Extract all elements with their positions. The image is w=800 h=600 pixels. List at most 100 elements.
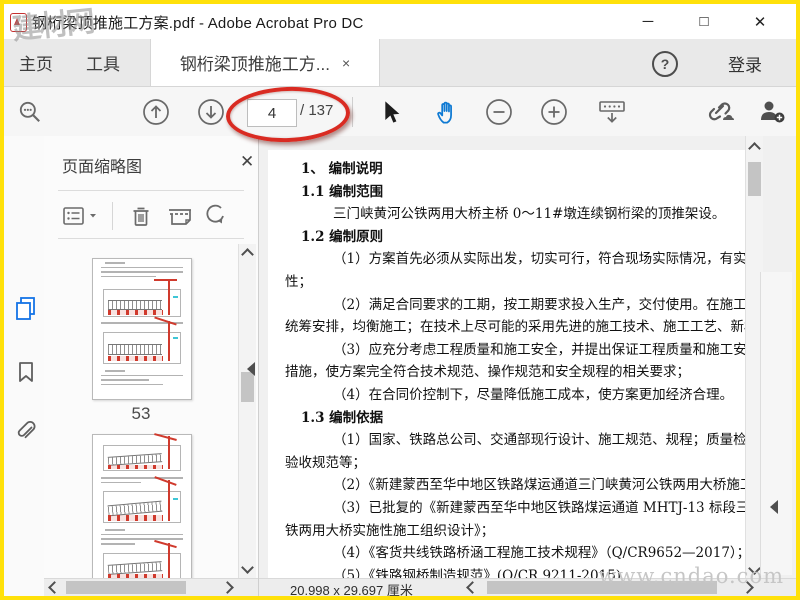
pdf-page[interactable]: 1、 编制说明 1.1 编制范围 三门峡黄河公铁两用大桥主桥 0～11#墩连续钢…: [268, 150, 746, 584]
scrollbar-thumb[interactable]: [241, 372, 254, 402]
panel-toolbar-separator: [112, 202, 113, 230]
thumb-text-line: [101, 542, 135, 545]
find-button[interactable]: [12, 87, 48, 136]
doc-line: 三门峡黄河公铁两用大桥主桥 0～11#墩连续钢桁梁的顶推架设。: [333, 206, 726, 223]
attachments-rail-button[interactable]: [12, 418, 40, 446]
thumb-text-line: [101, 266, 183, 269]
delete-pages-button[interactable]: [129, 198, 153, 234]
scroll-up-icon[interactable]: [239, 246, 256, 263]
previous-page-button[interactable]: [138, 87, 174, 136]
scrollbar-thumb[interactable]: [66, 581, 186, 594]
acrobat-logo-icon: [10, 13, 27, 32]
title-bar: 钢桁梁顶推施工方案.pdf - Adobe Acrobat Pro DC ─ □…: [4, 4, 796, 39]
hand-tool-icon: [437, 101, 452, 124]
scroll-up-icon[interactable]: [746, 140, 763, 157]
zoom-in-button[interactable]: [536, 87, 572, 136]
page-display-icon: [599, 100, 625, 123]
share-link-icon: [708, 101, 734, 120]
pdf-page-text: 1、 编制说明 1.1 编制范围 三门峡黄河公铁两用大桥主桥 0～11#墩连续钢…: [285, 158, 746, 584]
zoom-out-icon: [486, 98, 512, 125]
add-person-icon: [761, 101, 785, 122]
select-tool-icon: [385, 100, 400, 123]
crop-pages-button[interactable]: [166, 198, 194, 234]
doc-line: 1.1 编制范围: [301, 183, 384, 200]
bookmarks-rail-button[interactable]: [12, 358, 40, 386]
thumb-text-line: [101, 538, 183, 540]
page-display-button[interactable]: [592, 87, 632, 136]
doc-line: （2）《新建蒙西至华中地区铁路煤运通道三门峡黄河公铁两用大桥施工图》；: [333, 477, 746, 494]
add-person-button[interactable]: [752, 87, 792, 136]
doc-line: 1.3 编制依据: [301, 409, 384, 426]
thumb-text-line: [101, 477, 183, 479]
scroll-down-icon[interactable]: [239, 559, 256, 576]
thumb-text-line: [101, 383, 163, 386]
scrollbar-thumb[interactable]: [748, 162, 761, 196]
panel-vertical-scrollbar[interactable]: [238, 244, 256, 578]
thumbnail-list: 53: [44, 244, 238, 578]
maximize-button[interactable]: □: [676, 4, 732, 39]
thumb-text-line: [105, 529, 125, 531]
thumbnail-label: 53: [131, 404, 151, 423]
doc-line: 1.2 编制原则: [301, 228, 384, 245]
doc-line: （3）应充分考虑工程质量和施工安全，并提出保证工程质量和施工安全的技术: [333, 341, 746, 358]
panel-horizontal-scrollbar[interactable]: [44, 578, 258, 596]
doc-line: 1、 编制说明: [301, 161, 383, 177]
window-title: 钢桁梁顶推施工方案.pdf - Adobe Acrobat Pro DC: [32, 15, 364, 32]
scroll-left-icon[interactable]: [46, 579, 63, 596]
thumbnail-page-54[interactable]: [92, 433, 192, 578]
page-thumbnails-rail-button[interactable]: [12, 294, 40, 322]
share-link-button[interactable]: [699, 87, 739, 136]
next-page-button[interactable]: [193, 87, 229, 136]
panel-document-divider[interactable]: [258, 136, 259, 596]
crop-pages-icon: [169, 209, 191, 225]
bookmarks-icon: [19, 362, 33, 382]
panel-divider: [58, 190, 244, 191]
sign-in-button[interactable]: 登录: [728, 51, 762, 76]
find-icon: [19, 101, 40, 122]
doc-line: 性；: [285, 273, 312, 290]
hand-tool-button[interactable]: [428, 87, 464, 136]
expand-tools-pane-icon[interactable]: [770, 500, 778, 514]
rotate-pages-button[interactable]: [206, 198, 228, 234]
zoom-out-button[interactable]: [481, 87, 517, 136]
tab-document-label: 钢桁梁顶推施工方...: [179, 55, 330, 74]
thumb-diagram: [103, 475, 181, 524]
doc-line: （4）在合同价控制下，尽量降低施工成本，使方案更加经济合理。: [333, 386, 734, 403]
thumbnail-page-53[interactable]: [92, 258, 192, 400]
panel-options-button[interactable]: [62, 198, 98, 234]
navigation-rail: [4, 136, 45, 596]
scroll-right-icon[interactable]: [219, 579, 236, 596]
tools-pane-collapsed: [760, 272, 792, 575]
tab-close-icon[interactable]: ×: [342, 55, 350, 71]
tab-home[interactable]: 主页: [6, 39, 66, 86]
toolbar-separator: [352, 97, 353, 127]
doc-line: 统筹安排，均衡施工；在技术上尽可能的采用先进的施工技术、施工工艺、新材料；: [285, 319, 746, 336]
thumb-text-line: [101, 481, 141, 484]
tab-bar: 主页 工具 钢桁梁顶推施工方... × ? 登录: [4, 39, 796, 87]
delete-pages-icon: [133, 207, 149, 226]
thumb-text-line: [105, 369, 125, 372]
panel-close-icon[interactable]: ✕: [240, 152, 254, 172]
doc-line: （2）满足合同要求的工期，按工期要求投入生产，交付使用。在施工组织上要: [333, 296, 746, 313]
page-number-input[interactable]: [247, 99, 297, 127]
doc-line: （3）已批复的《新建蒙西至华中地区铁路煤运通道 MHTJ-13 标段三门峡黄河公: [333, 499, 746, 516]
document-area: 1、 编制说明 1.1 编制范围 三门峡黄河公铁两用大桥主桥 0～11#墩连续钢…: [259, 136, 796, 598]
collapse-panel-icon[interactable]: [247, 362, 255, 376]
close-button[interactable]: ✕: [732, 4, 788, 39]
minimize-button[interactable]: ─: [620, 4, 676, 39]
document-horizontal-scrollbar[interactable]: 20.998 x 29.697 厘米: [259, 578, 796, 598]
tab-document[interactable]: 钢桁梁顶推施工方... ×: [150, 39, 380, 86]
scrollbar-thumb[interactable]: [487, 581, 717, 594]
page-thumbnails-icon: [16, 297, 35, 320]
help-icon[interactable]: ?: [652, 51, 678, 77]
thumb-text-line: [101, 374, 183, 377]
zoom-in-icon: [541, 98, 567, 125]
attachments-icon: [17, 421, 36, 439]
scroll-right-icon[interactable]: [739, 579, 756, 596]
page-size-label: 20.998 x 29.697 厘米: [290, 583, 413, 598]
tab-tools[interactable]: 工具: [72, 39, 134, 86]
panel-title: 页面缩略图: [62, 159, 143, 176]
scroll-left-icon[interactable]: [464, 579, 481, 596]
thumb-diagram: [103, 316, 181, 364]
select-tool-button[interactable]: [374, 87, 410, 136]
